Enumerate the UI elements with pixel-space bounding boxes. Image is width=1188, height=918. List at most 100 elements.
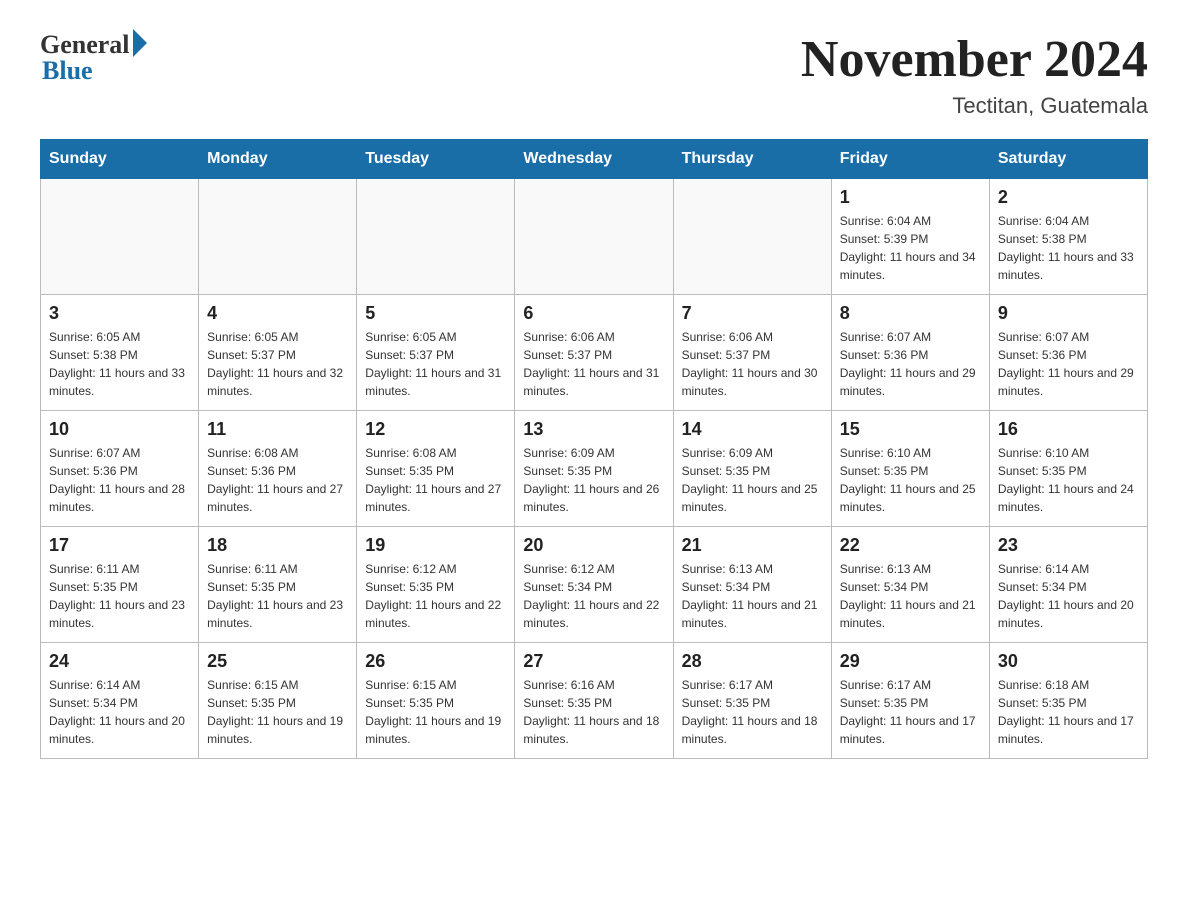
calendar-cell: 30Sunrise: 6:18 AMSunset: 5:35 PMDayligh…	[989, 643, 1147, 759]
calendar-cell: 1 Sunrise: 6:04 AMSunset: 5:39 PMDaylight…	[831, 179, 989, 295]
day-info: Sunrise: 6:06 AMSunset: 5:37 PMDaylight:…	[523, 328, 664, 400]
calendar-cell: 10 Sunrise: 6:07 AMSunset: 5:36 PMDayligh…	[41, 411, 199, 527]
calendar-cell: 22Sunrise: 6:13 AMSunset: 5:34 PMDayligh…	[831, 527, 989, 643]
day-info: Sunrise: 6:10 AMSunset: 5:35 PMDaylight:…	[840, 444, 981, 516]
day-info: Sunrise: 6:13 AMSunset: 5:34 PMDaylight:…	[682, 560, 823, 632]
day-info: Sunrise: 6:14 AMSunset: 5:34 PMDaylight:…	[49, 676, 190, 748]
day-info: Sunrise: 6:07 AMSunset: 5:36 PMDaylight:…	[840, 328, 981, 400]
day-info: Sunrise: 6:07 AMSunset: 5:36 PMDaylight:…	[998, 328, 1139, 400]
week-row-5: 24Sunrise: 6:14 AMSunset: 5:34 PMDayligh…	[41, 643, 1148, 759]
day-number: 13	[523, 419, 664, 440]
day-info: Sunrise: 6:11 AMSunset: 5:35 PMDaylight:…	[207, 560, 348, 632]
day-info: Sunrise: 6:12 AMSunset: 5:35 PMDaylight:…	[365, 560, 506, 632]
day-number: 25	[207, 651, 348, 672]
calendar-cell: 2 Sunrise: 6:04 AMSunset: 5:38 PMDaylight…	[989, 179, 1147, 295]
calendar-cell: 21 Sunrise: 6:13 AMSunset: 5:34 PMDayligh…	[673, 527, 831, 643]
day-number: 10	[49, 419, 190, 440]
day-number: 28	[682, 651, 823, 672]
calendar-cell: 26 Sunrise: 6:15 AMSunset: 5:35 PMDayligh…	[357, 643, 515, 759]
day-info: Sunrise: 6:04 AMSunset: 5:39 PMDaylight:…	[840, 212, 981, 284]
calendar-cell	[357, 179, 515, 295]
day-number: 2	[998, 187, 1139, 208]
calendar-cell	[515, 179, 673, 295]
location-text: Tectitan, Guatemala	[801, 93, 1148, 119]
calendar-cell: 8Sunrise: 6:07 AMSunset: 5:36 PMDaylight…	[831, 295, 989, 411]
calendar-cell: 11 Sunrise: 6:08 AMSunset: 5:36 PMDayligh…	[199, 411, 357, 527]
weekday-header-saturday: Saturday	[989, 140, 1147, 179]
calendar-cell: 25 Sunrise: 6:15 AMSunset: 5:35 PMDayligh…	[199, 643, 357, 759]
calendar-cell: 23 Sunrise: 6:14 AMSunset: 5:34 PMDayligh…	[989, 527, 1147, 643]
day-number: 3	[49, 303, 190, 324]
day-number: 19	[365, 535, 506, 556]
calendar-cell: 7 Sunrise: 6:06 AMSunset: 5:37 PMDaylight…	[673, 295, 831, 411]
weekday-header-friday: Friday	[831, 140, 989, 179]
weekday-header-thursday: Thursday	[673, 140, 831, 179]
day-info: Sunrise: 6:12 AMSunset: 5:34 PMDaylight:…	[523, 560, 664, 632]
calendar-cell: 20Sunrise: 6:12 AMSunset: 5:34 PMDayligh…	[515, 527, 673, 643]
week-row-4: 17 Sunrise: 6:11 AMSunset: 5:35 PMDayligh…	[41, 527, 1148, 643]
day-info: Sunrise: 6:15 AMSunset: 5:35 PMDaylight:…	[207, 676, 348, 748]
day-info: Sunrise: 6:08 AMSunset: 5:35 PMDaylight:…	[365, 444, 506, 516]
day-number: 27	[523, 651, 664, 672]
calendar-cell: 24Sunrise: 6:14 AMSunset: 5:34 PMDayligh…	[41, 643, 199, 759]
calendar-cell: 28 Sunrise: 6:17 AMSunset: 5:35 PMDayligh…	[673, 643, 831, 759]
month-title: November 2024	[801, 30, 1148, 89]
day-info: Sunrise: 6:05 AMSunset: 5:37 PMDaylight:…	[365, 328, 506, 400]
day-number: 14	[682, 419, 823, 440]
day-info: Sunrise: 6:04 AMSunset: 5:38 PMDaylight:…	[998, 212, 1139, 284]
day-number: 4	[207, 303, 348, 324]
calendar-cell	[673, 179, 831, 295]
day-info: Sunrise: 6:14 AMSunset: 5:34 PMDaylight:…	[998, 560, 1139, 632]
calendar-table: SundayMondayTuesdayWednesdayThursdayFrid…	[40, 139, 1148, 759]
day-info: Sunrise: 6:07 AMSunset: 5:36 PMDaylight:…	[49, 444, 190, 516]
calendar-cell: 14 Sunrise: 6:09 AMSunset: 5:35 PMDayligh…	[673, 411, 831, 527]
day-info: Sunrise: 6:05 AMSunset: 5:38 PMDaylight:…	[49, 328, 190, 400]
calendar-cell: 3 Sunrise: 6:05 AMSunset: 5:38 PMDaylight…	[41, 295, 199, 411]
calendar-cell: 27 Sunrise: 6:16 AMSunset: 5:35 PMDayligh…	[515, 643, 673, 759]
day-info: Sunrise: 6:16 AMSunset: 5:35 PMDaylight:…	[523, 676, 664, 748]
calendar-cell: 29Sunrise: 6:17 AMSunset: 5:35 PMDayligh…	[831, 643, 989, 759]
day-info: Sunrise: 6:10 AMSunset: 5:35 PMDaylight:…	[998, 444, 1139, 516]
day-number: 11	[207, 419, 348, 440]
calendar-cell	[41, 179, 199, 295]
day-info: Sunrise: 6:11 AMSunset: 5:35 PMDaylight:…	[49, 560, 190, 632]
calendar-cell: 19 Sunrise: 6:12 AMSunset: 5:35 PMDayligh…	[357, 527, 515, 643]
day-info: Sunrise: 6:15 AMSunset: 5:35 PMDaylight:…	[365, 676, 506, 748]
day-info: Sunrise: 6:06 AMSunset: 5:37 PMDaylight:…	[682, 328, 823, 400]
calendar-cell: 15 Sunrise: 6:10 AMSunset: 5:35 PMDayligh…	[831, 411, 989, 527]
day-info: Sunrise: 6:17 AMSunset: 5:35 PMDaylight:…	[682, 676, 823, 748]
day-number: 16	[998, 419, 1139, 440]
day-number: 29	[840, 651, 981, 672]
day-number: 7	[682, 303, 823, 324]
day-number: 12	[365, 419, 506, 440]
logo-arrow-icon	[133, 29, 147, 57]
day-number: 18	[207, 535, 348, 556]
day-info: Sunrise: 6:09 AMSunset: 5:35 PMDaylight:…	[682, 444, 823, 516]
day-number: 15	[840, 419, 981, 440]
day-number: 23	[998, 535, 1139, 556]
day-number: 21	[682, 535, 823, 556]
day-number: 9	[998, 303, 1139, 324]
day-number: 1	[840, 187, 981, 208]
calendar-cell: 16 Sunrise: 6:10 AMSunset: 5:35 PMDayligh…	[989, 411, 1147, 527]
week-row-3: 10 Sunrise: 6:07 AMSunset: 5:36 PMDayligh…	[41, 411, 1148, 527]
day-info: Sunrise: 6:09 AMSunset: 5:35 PMDaylight:…	[523, 444, 664, 516]
calendar-cell: 9 Sunrise: 6:07 AMSunset: 5:36 PMDaylight…	[989, 295, 1147, 411]
day-info: Sunrise: 6:05 AMSunset: 5:37 PMDaylight:…	[207, 328, 348, 400]
calendar-cell: 13 Sunrise: 6:09 AMSunset: 5:35 PMDayligh…	[515, 411, 673, 527]
week-row-2: 3 Sunrise: 6:05 AMSunset: 5:38 PMDaylight…	[41, 295, 1148, 411]
day-number: 26	[365, 651, 506, 672]
calendar-cell: 18 Sunrise: 6:11 AMSunset: 5:35 PMDayligh…	[199, 527, 357, 643]
weekday-header-sunday: Sunday	[41, 140, 199, 179]
day-number: 17	[49, 535, 190, 556]
weekday-header-monday: Monday	[199, 140, 357, 179]
day-number: 6	[523, 303, 664, 324]
weekday-header-wednesday: Wednesday	[515, 140, 673, 179]
weekday-header-tuesday: Tuesday	[357, 140, 515, 179]
calendar-cell: 6 Sunrise: 6:06 AMSunset: 5:37 PMDaylight…	[515, 295, 673, 411]
day-info: Sunrise: 6:18 AMSunset: 5:35 PMDaylight:…	[998, 676, 1139, 748]
day-info: Sunrise: 6:08 AMSunset: 5:36 PMDaylight:…	[207, 444, 348, 516]
logo-blue-text: Blue	[40, 56, 93, 86]
week-row-1: 1 Sunrise: 6:04 AMSunset: 5:39 PMDaylight…	[41, 179, 1148, 295]
day-number: 5	[365, 303, 506, 324]
